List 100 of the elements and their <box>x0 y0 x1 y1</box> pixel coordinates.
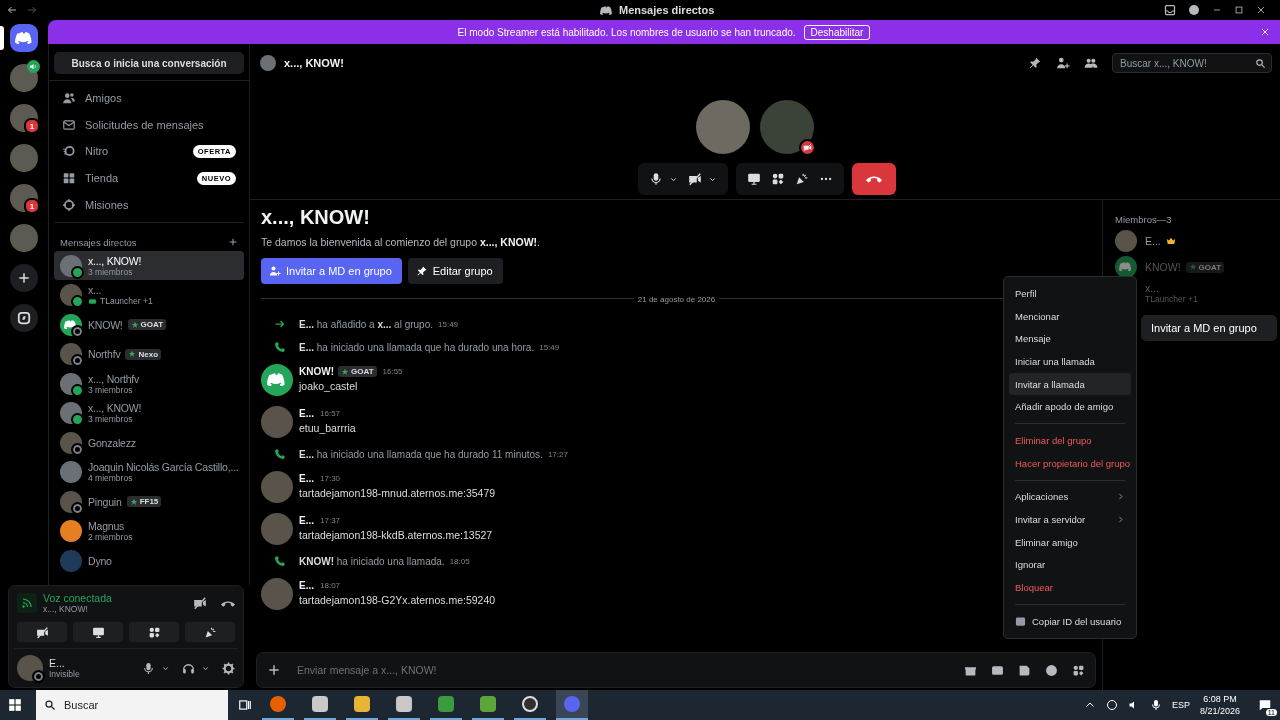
voice-control-button[interactable] <box>17 622 67 642</box>
message-field[interactable]: Enviar mensaje a x..., KNOW! <box>295 663 950 677</box>
conversation-item[interactable]: Northfv Nexo <box>54 339 244 369</box>
home-button[interactable] <box>10 24 38 52</box>
discover-button[interactable] <box>10 304 38 332</box>
menu-item[interactable]: Aplicaciones <box>1009 485 1131 509</box>
voice-control-button[interactable] <box>73 622 123 642</box>
headphones-icon[interactable] <box>182 661 195 675</box>
menu-item[interactable]: Mencionar <box>1009 304 1131 328</box>
menu-item[interactable]: Ignorar <box>1009 553 1131 577</box>
menu-item[interactable]: Perfil <box>1009 282 1131 305</box>
author-name[interactable]: E... <box>299 515 314 526</box>
plus-icon[interactable] <box>228 237 238 248</box>
nav-item[interactable]: Amigos <box>54 85 244 112</box>
maximize-icon[interactable] <box>1234 5 1244 15</box>
author-name[interactable]: E... <box>299 408 314 419</box>
user-tag: GOAT <box>1185 261 1225 273</box>
nav-item[interactable]: Misiones <box>54 191 244 218</box>
menu-item[interactable]: Eliminar amigo <box>1009 530 1131 554</box>
conversation-item[interactable]: Pinguin FF15 <box>54 486 244 517</box>
conversation-name: Pinguin <box>88 495 122 508</box>
member-count: 4 miembros <box>88 473 134 484</box>
back-arrow-icon[interactable] <box>6 4 18 16</box>
member-count: 3 miembros <box>88 414 134 425</box>
settings-icon[interactable] <box>222 661 235 675</box>
start-icon[interactable] <box>8 698 22 712</box>
voice-control-button[interactable] <box>185 622 235 642</box>
menu-item[interactable]: Invitar a llamada <box>1009 372 1131 396</box>
member-item[interactable]: KNOW! GOAT <box>1115 255 1272 279</box>
menu-item[interactable]: Copiar ID del usuario <box>1009 609 1131 633</box>
server-icon[interactable] <box>10 64 38 92</box>
nav-item[interactable]: Solicitudes de mensajes <box>54 111 244 139</box>
inbox-icon[interactable] <box>1164 4 1176 16</box>
sticker-icon[interactable] <box>1018 663 1031 677</box>
camera-off-icon[interactable] <box>688 172 702 186</box>
soundboard-icon[interactable] <box>795 172 809 186</box>
search-box[interactable]: Buscar x..., KNOW! <box>1112 53 1272 73</box>
voice-control-button[interactable] <box>129 622 179 642</box>
pin-icon[interactable] <box>1028 56 1042 70</box>
conversation-item[interactable]: x..., KNOW! 3 miembros <box>54 250 244 281</box>
hang-up-button[interactable] <box>852 163 896 195</box>
menu-item[interactable]: Invitar a servidor <box>1009 508 1131 531</box>
photo-placeholder <box>261 406 293 438</box>
plus-icon[interactable] <box>267 663 281 677</box>
soundboard-icon <box>203 625 217 639</box>
user-tag: FF15 <box>126 496 162 508</box>
author-name[interactable]: KNOW! <box>299 366 334 377</box>
conversation-item[interactable]: x... TLauncher +1 <box>54 280 244 310</box>
avatar <box>60 549 82 572</box>
group-title: x..., KNOW! <box>261 206 371 228</box>
microphone-icon[interactable] <box>1149 699 1162 711</box>
menu-item[interactable]: Hacer propietario del grupo <box>1009 451 1131 475</box>
disable-button[interactable]: Deshabilitar <box>803 24 871 40</box>
menu-item[interactable]: Añadir apodo de amigo <box>1009 395 1131 419</box>
invite-button[interactable]: Invitar a MD en grupo <box>261 258 402 284</box>
edit-button[interactable]: Editar grupo <box>407 258 503 284</box>
conversation-item[interactable]: x..., Northfv 3 miembros <box>54 368 244 399</box>
photo-placeholder <box>696 100 750 154</box>
member-count: 3 miembros <box>88 266 134 277</box>
hang-up-icon[interactable] <box>221 599 235 607</box>
menu-item[interactable]: Mensaje <box>1009 327 1131 351</box>
search-field[interactable]: Buscar <box>36 690 228 720</box>
conversation-item[interactable]: KNOW! GOAT <box>54 309 244 340</box>
language-indicator[interactable]: ESP <box>1171 700 1190 710</box>
invite-button[interactable]: Invitar a MD en grupo <box>1141 315 1277 341</box>
search-field[interactable]: Buscar x..., KNOW! <box>1118 56 1255 70</box>
pencil-icon <box>415 265 428 277</box>
clock-date[interactable]: 8/21/2026 <box>1199 706 1240 716</box>
conversation-item[interactable]: Gonzalezz <box>54 427 244 458</box>
add-person-icon[interactable] <box>1056 56 1070 70</box>
message-composer[interactable]: Enviar mensaje a x..., KNOW! <box>256 652 1096 688</box>
photo-placeholder <box>261 578 293 610</box>
task-view-icon[interactable] <box>238 698 252 712</box>
search-button[interactable]: Busca o inicia una conversación <box>54 52 244 74</box>
conversation-name: Joaquin Nicolás García Castillo,... <box>88 461 239 474</box>
conversation-item[interactable]: Magnus 2 miembros <box>54 516 244 546</box>
microphone-icon[interactable] <box>142 661 155 675</box>
conversation-item[interactable]: Dyno <box>54 545 244 576</box>
system-message: E... ha iniciado una llamada que ha durado 11 minutos. <box>299 448 543 460</box>
members-icon[interactable] <box>1084 56 1098 70</box>
conversation-item[interactable]: x..., KNOW! 3 miembros <box>54 398 244 428</box>
apps-icon[interactable] <box>771 172 785 186</box>
microphone-icon[interactable] <box>649 172 663 186</box>
member-name: x... <box>1145 282 1159 294</box>
apps-icon[interactable] <box>1072 663 1085 677</box>
screen-share-icon[interactable] <box>747 172 761 186</box>
close-icon[interactable] <box>1256 5 1266 15</box>
menu-item[interactable]: Iniciar una llamada <box>1009 350 1131 373</box>
notifications-icon[interactable] <box>1258 698 1272 712</box>
author-name[interactable]: E... <box>299 580 314 591</box>
menu-item[interactable]: Bloquear <box>1009 576 1131 599</box>
clock-time[interactable]: 6:08 PM <box>1203 694 1237 704</box>
add-server-button[interactable] <box>10 264 38 292</box>
member-name: KNOW! <box>1145 261 1181 273</box>
author-name[interactable]: E... <box>299 473 314 484</box>
member-count: 2 miembros <box>88 532 133 543</box>
conversation-item[interactable]: Joaquin Nicolás García Castillo,... 4 miembros <box>54 457 244 487</box>
member-item[interactable]: E... <box>1115 229 1272 253</box>
avatar <box>60 461 82 484</box>
menu-item[interactable]: Eliminar del grupo <box>1009 429 1131 452</box>
